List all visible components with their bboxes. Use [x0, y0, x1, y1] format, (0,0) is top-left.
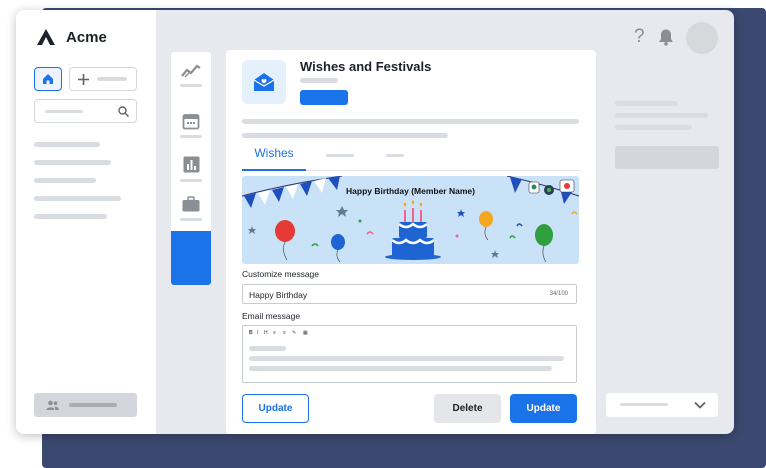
editor-line-2	[249, 356, 564, 361]
nav-item-4[interactable]	[34, 196, 121, 201]
card-title: Wishes and Festivals	[300, 59, 432, 74]
right-action-block[interactable]	[615, 146, 719, 169]
editor-line-1	[249, 346, 286, 351]
character-count: 34/100	[549, 291, 568, 297]
nav-item-2[interactable]	[34, 160, 111, 165]
rail-label-line	[180, 179, 202, 182]
update-secondary-button[interactable]: Update	[242, 394, 309, 423]
align-tool[interactable]: ≡	[283, 330, 286, 336]
calendar-icon	[182, 114, 200, 130]
app-window: Acme Wishes and Festivals Wishes Happy B…	[16, 10, 734, 434]
search-icon	[118, 106, 129, 117]
rail-item-calendar[interactable]	[171, 112, 211, 138]
wishes-card: Wishes and Festivals Wishes Happy Birthd…	[226, 50, 596, 434]
chart-icon	[181, 64, 201, 78]
rail-item-active[interactable]	[171, 231, 211, 285]
chevron-down-icon	[694, 401, 706, 409]
search-input[interactable]	[34, 99, 137, 123]
sidebar: Acme	[16, 10, 156, 434]
plus-icon	[78, 73, 89, 85]
email-message-label: Email message	[242, 311, 301, 321]
rail-label-line	[180, 135, 202, 138]
add-button-placeholder-line	[97, 77, 127, 81]
update-button[interactable]: Update	[510, 394, 577, 423]
email-message-editor[interactable]: B I H ≡ ≡ ✎ ▦	[242, 325, 577, 383]
select-dropdown[interactable]	[606, 393, 718, 417]
icon-rail	[171, 52, 211, 285]
right-line-2	[615, 113, 708, 118]
right-line-1	[615, 101, 678, 106]
bell-icon[interactable]	[658, 28, 674, 46]
birthday-banner: Happy Birthday (Member Name)	[242, 176, 579, 264]
dropdown-value-line	[620, 403, 668, 406]
briefcase-icon	[182, 196, 200, 212]
team-button[interactable]	[34, 393, 137, 417]
nav-item-3[interactable]	[34, 178, 96, 183]
logo-icon	[37, 29, 55, 45]
rail-label-line	[180, 218, 202, 221]
home-icon	[43, 74, 53, 84]
right-line-3	[615, 125, 692, 130]
tab-3[interactable]	[386, 154, 404, 157]
avatar[interactable]	[686, 22, 718, 54]
users-icon	[46, 400, 59, 410]
app-name: Acme	[66, 28, 107, 46]
rail-item-work[interactable]	[171, 196, 211, 221]
image-tool[interactable]: ▦	[303, 330, 308, 336]
home-button[interactable]	[34, 67, 62, 91]
list-tool[interactable]: ≡	[273, 330, 276, 336]
italic-tool[interactable]: I	[257, 330, 258, 336]
description-line-2	[242, 133, 448, 138]
tab-2[interactable]	[326, 154, 354, 157]
customize-message-value: Happy Birthday	[249, 290, 308, 300]
card-icon	[242, 60, 286, 104]
rail-item-reports[interactable]	[171, 156, 211, 182]
delete-button[interactable]: Delete	[434, 394, 501, 423]
customize-message-input[interactable]: Happy Birthday 34/100	[242, 284, 577, 304]
bold-tool[interactable]: B	[249, 330, 253, 336]
nav-item-5[interactable]	[34, 214, 107, 219]
add-button[interactable]	[69, 67, 137, 91]
link-tool[interactable]: ✎	[292, 330, 296, 336]
heading-tool[interactable]: H	[264, 330, 268, 336]
help-icon[interactable]: ?	[634, 26, 645, 48]
banner-title: Happy Birthday (Member Name)	[346, 186, 475, 196]
rail-label-line	[180, 84, 202, 87]
nav-item-1[interactable]	[34, 142, 100, 147]
editor-line-3	[249, 366, 552, 371]
app-logo[interactable]: Acme	[36, 28, 107, 46]
team-button-placeholder-line	[69, 403, 117, 407]
rail-item-trends[interactable]	[171, 64, 211, 87]
description-line-1	[242, 119, 579, 124]
tab-bar: Wishes	[242, 146, 580, 171]
search-placeholder-line	[45, 110, 83, 113]
tab-wishes[interactable]: Wishes	[242, 146, 306, 171]
card-subtitle-line	[300, 78, 338, 83]
envelope-icon	[253, 73, 275, 91]
customize-message-label: Customize message	[242, 269, 320, 279]
card-badge	[300, 90, 348, 105]
bar-chart-icon	[183, 156, 199, 173]
